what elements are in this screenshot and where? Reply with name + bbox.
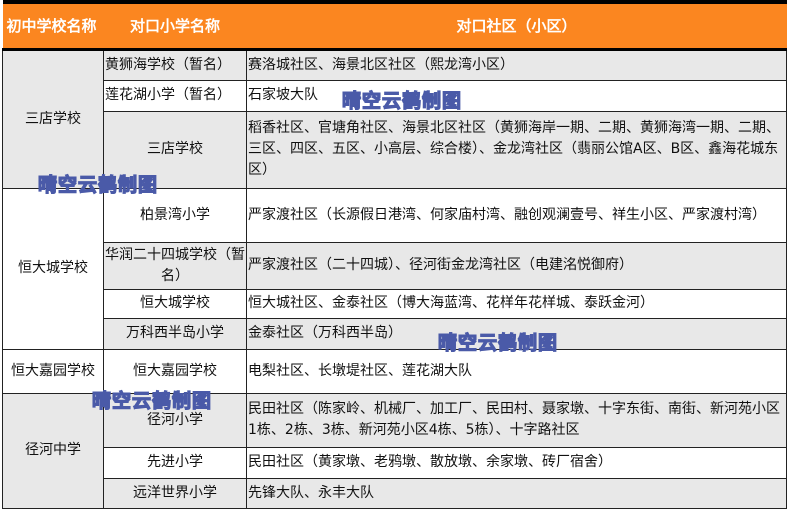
community-cell: 稻香社区、官塘角社区、海景北区社区（黄狮海岸一期、二期、黄狮海湾一期、二期、三区…	[246, 110, 787, 189]
table-row: 华润二十四城学校（暂名） 严家渡社区（二十四城）、径河街金龙湾社区（电建洺悦御府…	[2, 241, 787, 290]
primary-school-cell: 远洋世界小学	[103, 477, 247, 509]
community-cell: 电梨社区、长墩堤社区、莲花湖大队	[246, 348, 787, 394]
table-row: 三店学校 稻香社区、官塘角社区、海景北区社区（黄狮海岸一期、二期、黄狮海湾一期、…	[2, 110, 787, 189]
primary-school-cell: 黄狮海学校（暂名）	[103, 48, 247, 81]
community-cell: 赛洛城社区、海景北区社区（熙龙湾小区）	[246, 48, 787, 81]
table-row: 径河中学 径河小学 民田社区（陈家岭、机械厂、加工厂、民田村、聂家墩、十字东街、…	[2, 392, 787, 509]
primary-school-cell: 恒大城学校	[103, 288, 247, 319]
header-community: 对口社区（小区）	[246, 0, 787, 51]
primary-school-cell: 柏景湾小学	[103, 187, 247, 243]
table-row: 恒大嘉园学校 恒大嘉园学校 电梨社区、长墩堤社区、莲花湖大队	[2, 348, 787, 394]
community-cell: 恒大城社区、金泰社区（博大海蓝湾、花样年花样城、泰跃金河）	[246, 288, 787, 319]
middle-school-cell: 恒大城学校	[2, 187, 104, 350]
table-row: 远洋世界小学 先锋大队、永丰大队	[2, 477, 787, 509]
community-cell: 严家渡社区（长源假日港湾、何家庙村湾、融创观澜壹号、祥生小区、严家渡村湾）	[246, 187, 787, 243]
community-cell: 严家渡社区（二十四城）、径河街金龙湾社区（电建洺悦御府）	[246, 241, 787, 290]
community-cell: 民田社区（黄家墩、老鸦墩、散放墩、余家墩、砖厂宿舍）	[246, 446, 787, 479]
header-primary-school: 对口小学名称	[103, 0, 247, 51]
table-row: 恒大城学校 恒大城社区、金泰社区（博大海蓝湾、花样年花样城、泰跃金河）	[2, 288, 787, 319]
primary-school-cell: 华润二十四城学校（暂名）	[103, 241, 247, 290]
primary-school-cell: 莲花湖小学（暂名）	[103, 79, 247, 112]
community-cell: 石家坡大队	[246, 79, 787, 112]
community-cell: 金泰社区（万科西半岛）	[246, 317, 787, 350]
table-row: 万科西半岛小学 金泰社区（万科西半岛）	[2, 317, 787, 350]
primary-school-cell: 三店学校	[103, 110, 247, 189]
table-row: 三店学校 黄狮海学校（暂名） 赛洛城社区、海景北区社区（熙龙湾小区）	[2, 48, 787, 189]
table-row: 恒大城学校 柏景湾小学 严家渡社区（长源假日港湾、何家庙村湾、融创观澜壹号、祥生…	[2, 187, 787, 350]
header-middle-school: 初中学校名称	[2, 0, 104, 51]
middle-school-cell: 三店学校	[2, 48, 104, 189]
community-cell: 民田社区（陈家岭、机械厂、加工厂、民田村、聂家墩、十字东街、南街、新河苑小区1栋…	[246, 392, 787, 448]
primary-school-cell: 先进小学	[103, 446, 247, 479]
middle-school-cell: 径河中学	[2, 392, 104, 509]
primary-school-cell: 恒大嘉园学校	[103, 348, 247, 394]
header-row: 初中学校名称 对口小学名称 对口社区（小区）	[2, 0, 787, 51]
table-row: 先进小学 民田社区（黄家墩、老鸦墩、散放墩、余家墩、砖厂宿舍）	[2, 446, 787, 479]
school-district-table: 初中学校名称 对口小学名称 对口社区（小区） 三店学校 黄狮海学校（暂名） 赛洛…	[2, 0, 787, 509]
primary-school-cell: 万科西半岛小学	[103, 317, 247, 350]
primary-school-cell: 径河小学	[103, 392, 247, 448]
table-row: 莲花湖小学（暂名） 石家坡大队	[2, 79, 787, 112]
middle-school-cell: 恒大嘉园学校	[2, 348, 104, 394]
community-cell: 先锋大队、永丰大队	[246, 477, 787, 509]
